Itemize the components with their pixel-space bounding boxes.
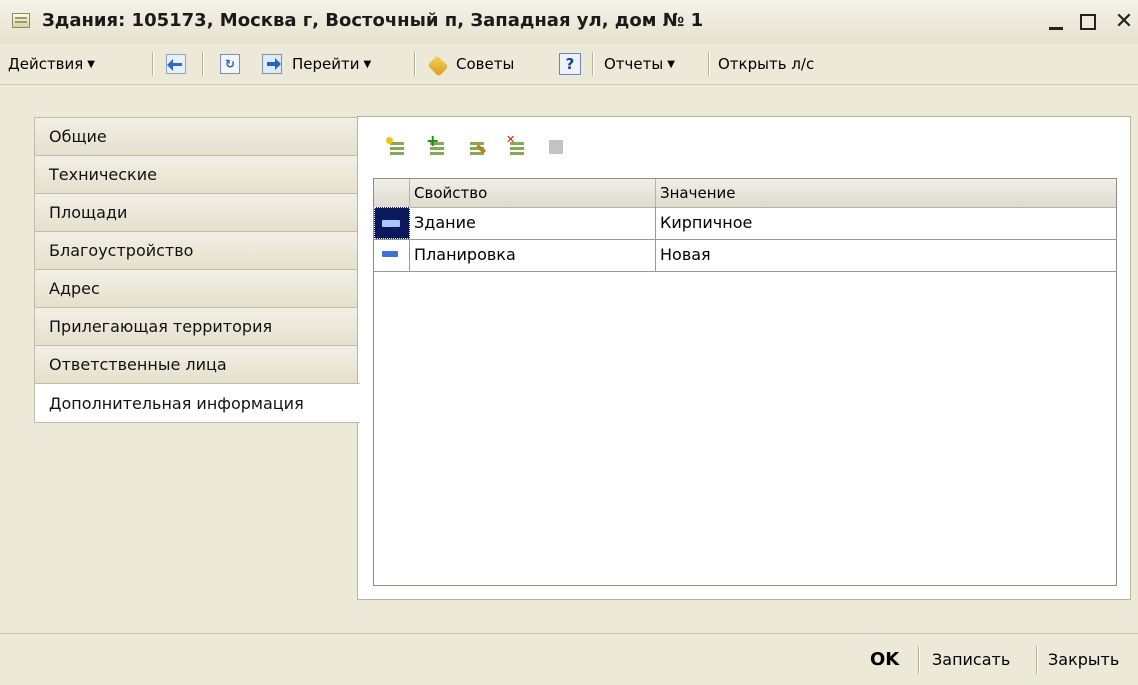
- goto-icon[interactable]: [262, 54, 282, 74]
- save-button[interactable]: Записать: [932, 646, 1010, 674]
- table-row[interactable]: Планировка Новая: [374, 239, 1116, 272]
- tab-amenities[interactable]: Благоустройство: [34, 231, 358, 269]
- column-header-value[interactable]: Значение: [656, 179, 1116, 207]
- tab-additional-info[interactable]: Дополнительная информация: [34, 383, 360, 423]
- row-marker: [374, 207, 410, 239]
- reports-menu-label: Отчеты: [604, 55, 664, 73]
- value-cell[interactable]: Кирпичное: [656, 207, 1116, 239]
- document-icon: [12, 13, 30, 28]
- tab-responsible-persons[interactable]: Ответственные лица: [34, 345, 358, 383]
- toolbar-separator: [202, 52, 204, 76]
- chevron-down-icon: ▼: [363, 59, 372, 70]
- property-cell[interactable]: Планировка: [410, 239, 656, 271]
- row-item-icon: [382, 251, 398, 257]
- tab-technical[interactable]: Технические: [34, 155, 358, 193]
- open-account-button[interactable]: Открыть л/с: [718, 52, 814, 76]
- reports-menu[interactable]: Отчеты ▼: [604, 52, 675, 76]
- window-title: Здания: 105173, Москва г, Восточный п, З…: [42, 10, 704, 31]
- footer-separator: [1036, 646, 1038, 674]
- chevron-down-icon: ▼: [667, 59, 675, 70]
- row-item-icon: [382, 220, 400, 227]
- tips-button[interactable]: Советы: [456, 52, 514, 76]
- tab-address[interactable]: Адрес: [34, 269, 358, 307]
- close-button[interactable]: Закрыть: [1048, 646, 1119, 674]
- delete-row-icon[interactable]: [506, 133, 528, 159]
- row-marker: [374, 239, 410, 271]
- tab-content-panel: Свойство Значение Здание Кирпичное Плани…: [357, 116, 1131, 600]
- actions-menu[interactable]: Действия ▼: [8, 52, 95, 76]
- tab-adjacent-territory[interactable]: Прилегающая территория: [34, 307, 358, 345]
- toolbar-separator: [592, 52, 594, 76]
- actions-menu-label: Действия: [8, 55, 84, 73]
- header-marker-cell: [374, 179, 410, 207]
- command-bar: Действия ▼ ↻ Перейти ▼ Советы ? Отчеты ▼ От…: [0, 44, 1138, 85]
- tab-general[interactable]: Общие: [34, 117, 358, 155]
- toolbar-separator: [708, 52, 710, 76]
- property-cell[interactable]: Здание: [410, 207, 656, 239]
- window: Здания: 105173, Москва г, Восточный п, З…: [0, 0, 1138, 685]
- chevron-down-icon: ▼: [87, 59, 95, 70]
- edit-row-icon[interactable]: [466, 137, 488, 159]
- add-row-icon[interactable]: [386, 137, 408, 159]
- add-subrow-icon[interactable]: [426, 131, 448, 159]
- minimize-button[interactable]: [1042, 8, 1070, 36]
- toolbar-separator: [414, 52, 416, 76]
- maximize-button[interactable]: [1074, 8, 1102, 36]
- column-header-property[interactable]: Свойство: [410, 179, 656, 207]
- toolbar-separator: [152, 52, 154, 76]
- tab-areas[interactable]: Площади: [34, 193, 358, 231]
- value-cell[interactable]: Новая: [656, 239, 1116, 271]
- table-header: Свойство Значение: [374, 179, 1116, 208]
- footer-bar: OK Записать Закрыть: [0, 633, 1138, 685]
- title-bar[interactable]: Здания: 105173, Москва г, Восточный п, З…: [0, 0, 1138, 45]
- footer-separator: [918, 646, 920, 674]
- goto-menu-label: Перейти: [292, 55, 360, 73]
- close-window-button[interactable]: ✕: [1110, 8, 1138, 36]
- properties-table[interactable]: Свойство Значение Здание Кирпичное Плани…: [373, 178, 1117, 586]
- tab-list: Общие Технические Площади Благоустройств…: [34, 117, 360, 423]
- end-edit-icon[interactable]: [546, 137, 568, 159]
- ok-button[interactable]: OK: [870, 646, 899, 674]
- refresh-icon[interactable]: ↻: [220, 54, 240, 74]
- maximize-icon: [1080, 14, 1096, 30]
- table-row[interactable]: Здание Кирпичное: [374, 207, 1116, 240]
- tips-icon[interactable]: [428, 53, 450, 75]
- minimize-icon: [1049, 27, 1063, 30]
- arrow-left-icon[interactable]: [166, 54, 186, 74]
- help-button[interactable]: ?: [559, 53, 581, 75]
- goto-menu[interactable]: Перейти ▼: [292, 52, 371, 76]
